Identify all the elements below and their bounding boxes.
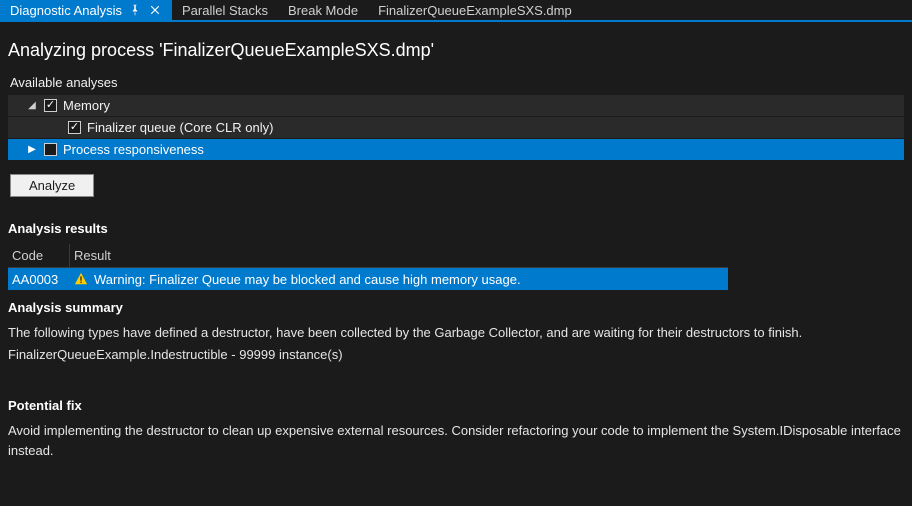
close-icon[interactable] [148,3,162,17]
column-header-result[interactable]: Result [70,244,728,267]
analysis-results-heading: Analysis results [8,221,904,236]
column-header-code[interactable]: Code [8,244,70,267]
tab-dump-file[interactable]: FinalizerQueueExampleSXS.dmp [368,0,582,20]
available-analyses-label: Available analyses [10,75,904,90]
results-row[interactable]: AA0003 Warning: Finalizer Queue may be b… [8,268,728,290]
tree-row-process-responsiveness[interactable]: ▶ Process responsiveness [8,138,904,160]
chevron-down-icon[interactable]: ◢ [26,100,38,111]
warning-icon [74,272,88,286]
tree-label: Memory [63,98,110,113]
tab-break-mode[interactable]: Break Mode [278,0,368,20]
summary-line-2: FinalizerQueueExample.Indestructible - 9… [8,345,904,365]
result-cell: Warning: Finalizer Queue may be blocked … [70,272,728,287]
tab-diagnostic-analysis[interactable]: Diagnostic Analysis [0,0,172,20]
tab-label: Parallel Stacks [182,3,268,18]
tab-parallel-stacks[interactable]: Parallel Stacks [172,0,278,20]
tree-label: Process responsiveness [63,142,204,157]
pin-icon[interactable] [128,3,142,17]
tab-label: FinalizerQueueExampleSXS.dmp [378,3,572,18]
tree-label: Finalizer queue (Core CLR only) [87,120,273,135]
tree-row-memory[interactable]: ◢ Memory [8,94,904,116]
tab-label: Diagnostic Analysis [10,3,122,18]
potential-fix-text: Avoid implementing the destructor to cle… [8,421,904,460]
checkbox-memory[interactable] [44,99,57,112]
main-content: Analyzing process 'FinalizerQueueExample… [0,22,912,470]
result-message: Warning: Finalizer Queue may be blocked … [94,272,521,287]
page-title: Analyzing process 'FinalizerQueueExample… [8,40,904,61]
tree-row-finalizer-queue[interactable]: Finalizer queue (Core CLR only) [8,116,904,138]
summary-line-1: The following types have defined a destr… [8,323,904,343]
tab-strip: Diagnostic Analysis Parallel Stacks Brea… [0,0,912,22]
chevron-right-icon[interactable]: ▶ [26,144,38,155]
result-code: AA0003 [8,272,70,287]
potential-fix-heading: Potential fix [8,398,904,413]
analysis-summary-heading: Analysis summary [8,300,904,315]
analyses-tree: ◢ Memory Finalizer queue (Core CLR only)… [8,94,904,160]
results-header: Code Result [8,244,728,268]
checkbox-process-responsiveness[interactable] [44,143,57,156]
checkbox-finalizer-queue[interactable] [68,121,81,134]
analyze-button[interactable]: Analyze [10,174,94,197]
results-table: Code Result AA0003 Warning: Finalizer Qu… [8,244,728,290]
tab-label: Break Mode [288,3,358,18]
